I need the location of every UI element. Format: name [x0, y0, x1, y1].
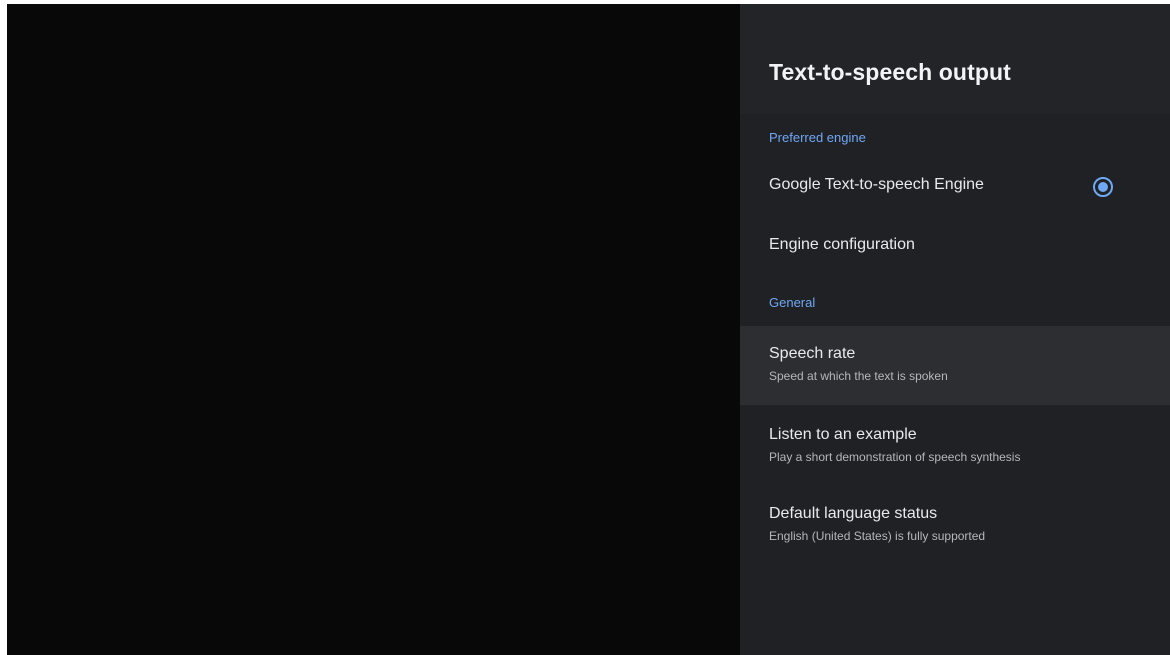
listen-example-item[interactable]: Listen to an example Play a short demons… [740, 405, 1170, 484]
panel-header: Text-to-speech output [740, 4, 1170, 114]
section-label-preferred-engine: Preferred engine [769, 130, 866, 145]
radio-checked-icon[interactable] [1093, 177, 1113, 197]
speech-rate-item[interactable]: Speech rate Speed at which the text is s… [740, 326, 1170, 405]
default-language-status-item[interactable]: Default language status English (United … [740, 484, 1170, 563]
speech-rate-description: Speed at which the text is spoken [769, 369, 948, 383]
background-content-area [7, 4, 740, 655]
language-status-description: English (United States) is fully support… [769, 529, 986, 543]
engine-configuration-item[interactable]: Engine configuration [740, 222, 1170, 272]
engine-configuration-label: Engine configuration [769, 236, 915, 253]
radio-dot [1098, 182, 1108, 192]
tv-screen: Text-to-speech output Preferred engine G… [7, 4, 1170, 655]
listen-example-description: Play a short demonstration of speech syn… [769, 450, 1021, 464]
settings-side-panel: Text-to-speech output Preferred engine G… [740, 4, 1170, 655]
engine-option-google-tts[interactable]: Google Text-to-speech Engine [740, 162, 1170, 212]
page-title: Text-to-speech output [769, 59, 1011, 85]
listen-example-label: Listen to an example [769, 426, 917, 443]
language-status-label: Default language status [769, 505, 938, 522]
speech-rate-label: Speech rate [769, 345, 856, 362]
section-label-general: General [769, 295, 816, 310]
